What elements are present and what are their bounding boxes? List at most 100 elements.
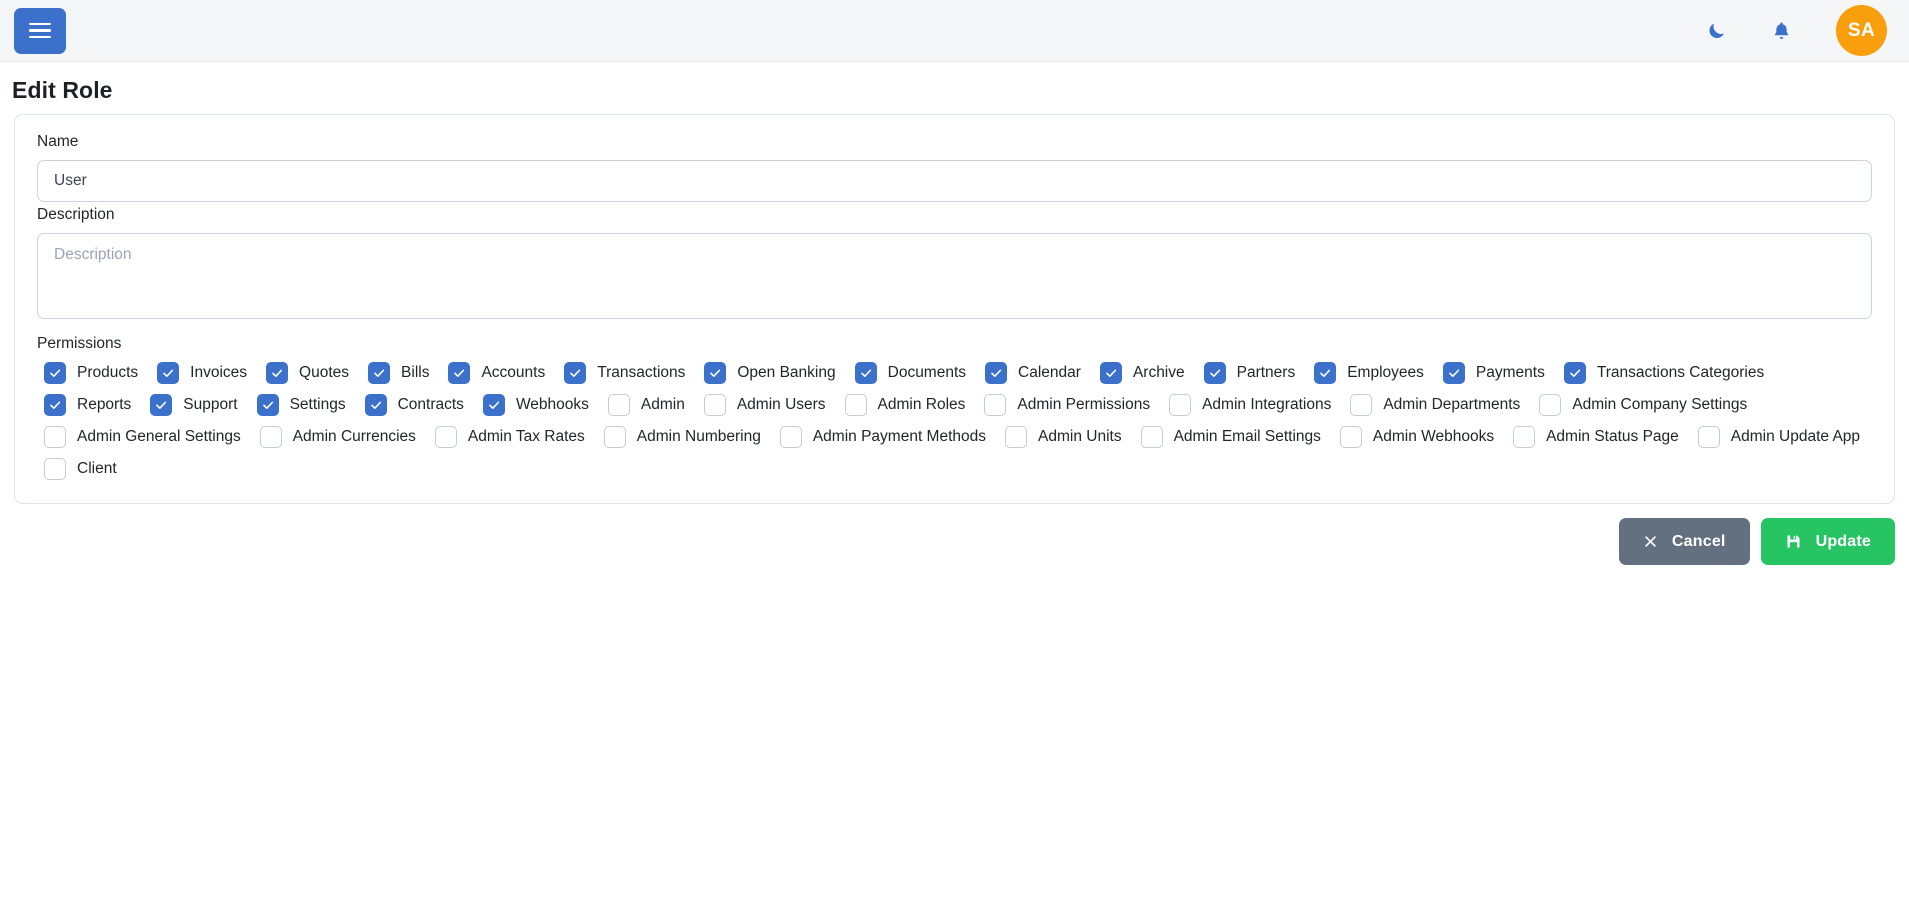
permission-checkbox[interactable]	[704, 362, 726, 384]
permission-item[interactable]: Payments	[1434, 362, 1555, 384]
user-avatar[interactable]: SA	[1836, 5, 1887, 56]
permission-checkbox[interactable]	[604, 426, 626, 448]
permission-checkbox[interactable]	[1100, 362, 1122, 384]
permission-checkbox[interactable]	[1314, 362, 1336, 384]
permission-label: Admin Permissions	[1017, 396, 1150, 414]
form-actions: Cancel Update	[0, 504, 1909, 565]
permission-item[interactable]: Calendar	[976, 362, 1091, 384]
check-icon	[48, 366, 62, 380]
permission-label: Settings	[290, 396, 346, 414]
permission-item[interactable]: Webhooks	[474, 394, 599, 416]
permission-checkbox[interactable]	[44, 394, 66, 416]
permission-label: Bills	[401, 364, 429, 382]
moon-icon	[1706, 20, 1727, 41]
permission-checkbox[interactable]	[150, 394, 172, 416]
permission-item[interactable]: Admin Integrations	[1160, 394, 1341, 416]
permission-item[interactable]: Admin	[599, 394, 695, 416]
permission-item[interactable]: Archive	[1091, 362, 1195, 384]
permission-checkbox[interactable]	[608, 394, 630, 416]
permission-checkbox[interactable]	[260, 426, 282, 448]
permission-checkbox[interactable]	[44, 362, 66, 384]
permission-checkbox[interactable]	[483, 394, 505, 416]
permission-item[interactable]: Contracts	[356, 394, 474, 416]
dark-mode-toggle-button[interactable]	[1706, 20, 1727, 41]
permission-item[interactable]: Products	[35, 362, 148, 384]
permission-item[interactable]: Employees	[1305, 362, 1434, 384]
permission-checkbox[interactable]	[368, 362, 390, 384]
cancel-button[interactable]: Cancel	[1619, 518, 1750, 565]
permission-item[interactable]: Quotes	[257, 362, 359, 384]
permission-item[interactable]: Settings	[248, 394, 356, 416]
permission-item[interactable]: Bills	[359, 362, 439, 384]
check-icon	[261, 398, 275, 412]
permission-checkbox[interactable]	[257, 394, 279, 416]
permission-item[interactable]: Admin Permissions	[975, 394, 1160, 416]
hamburger-menu-icon	[29, 29, 51, 32]
permission-item[interactable]: Transactions	[555, 362, 695, 384]
permission-item[interactable]: Accounts	[439, 362, 555, 384]
permission-label: Admin Tax Rates	[468, 428, 585, 446]
permission-checkbox[interactable]	[435, 426, 457, 448]
permission-checkbox[interactable]	[44, 458, 66, 480]
permission-label: Admin Numbering	[637, 428, 761, 446]
permission-checkbox[interactable]	[1350, 394, 1372, 416]
permission-checkbox[interactable]	[157, 362, 179, 384]
permission-checkbox[interactable]	[448, 362, 470, 384]
permission-item[interactable]: Reports	[35, 394, 141, 416]
permission-item[interactable]: Admin Update App	[1689, 426, 1870, 448]
notifications-button[interactable]	[1771, 20, 1792, 42]
permission-item[interactable]: Admin Departments	[1341, 394, 1530, 416]
name-input[interactable]	[37, 160, 1872, 202]
permission-checkbox[interactable]	[704, 394, 726, 416]
permission-item[interactable]: Partners	[1195, 362, 1306, 384]
hamburger-menu-button[interactable]	[14, 8, 66, 54]
permission-checkbox[interactable]	[1005, 426, 1027, 448]
permission-checkbox[interactable]	[845, 394, 867, 416]
permission-checkbox[interactable]	[1169, 394, 1191, 416]
permission-item[interactable]: Admin Users	[695, 394, 836, 416]
permissions-grid: ProductsInvoicesQuotesBillsAccountsTrans…	[27, 357, 1882, 485]
permission-checkbox[interactable]	[1443, 362, 1465, 384]
permission-checkbox[interactable]	[985, 362, 1007, 384]
permission-checkbox[interactable]	[780, 426, 802, 448]
permission-checkbox[interactable]	[44, 426, 66, 448]
permission-item[interactable]: Support	[141, 394, 247, 416]
permission-item[interactable]: Open Banking	[695, 362, 845, 384]
description-textarea[interactable]	[37, 233, 1872, 319]
permission-item[interactable]: Admin Company Settings	[1530, 394, 1757, 416]
permission-item[interactable]: Admin Payment Methods	[771, 426, 996, 448]
permission-label: Admin Update App	[1731, 428, 1860, 446]
permission-item[interactable]: Admin General Settings	[35, 426, 251, 448]
permission-checkbox[interactable]	[984, 394, 1006, 416]
check-icon	[372, 366, 386, 380]
permission-item[interactable]: Admin Webhooks	[1331, 426, 1504, 448]
check-icon	[270, 366, 284, 380]
permission-checkbox[interactable]	[1340, 426, 1362, 448]
check-icon	[1104, 366, 1118, 380]
permission-checkbox[interactable]	[1539, 394, 1561, 416]
permission-item[interactable]: Admin Numbering	[595, 426, 771, 448]
permission-item[interactable]: Admin Email Settings	[1132, 426, 1331, 448]
permission-label: Admin Email Settings	[1174, 428, 1321, 446]
permission-label: Support	[183, 396, 237, 414]
permission-checkbox[interactable]	[365, 394, 387, 416]
permission-checkbox[interactable]	[266, 362, 288, 384]
permission-checkbox[interactable]	[1513, 426, 1535, 448]
permission-item[interactable]: Admin Status Page	[1504, 426, 1689, 448]
permission-item[interactable]: Documents	[846, 362, 976, 384]
permission-item[interactable]: Transactions Categories	[1555, 362, 1774, 384]
permission-checkbox[interactable]	[1204, 362, 1226, 384]
permission-checkbox[interactable]	[1564, 362, 1586, 384]
permission-item[interactable]: Admin Roles	[836, 394, 976, 416]
bell-icon	[1771, 20, 1792, 42]
permission-checkbox[interactable]	[1141, 426, 1163, 448]
update-button[interactable]: Update	[1761, 518, 1895, 565]
permission-item[interactable]: Client	[35, 458, 127, 480]
permission-checkbox[interactable]	[1698, 426, 1720, 448]
permission-item[interactable]: Admin Units	[996, 426, 1132, 448]
permission-item[interactable]: Invoices	[148, 362, 257, 384]
permission-item[interactable]: Admin Tax Rates	[426, 426, 595, 448]
permission-checkbox[interactable]	[564, 362, 586, 384]
permission-checkbox[interactable]	[855, 362, 877, 384]
permission-item[interactable]: Admin Currencies	[251, 426, 426, 448]
